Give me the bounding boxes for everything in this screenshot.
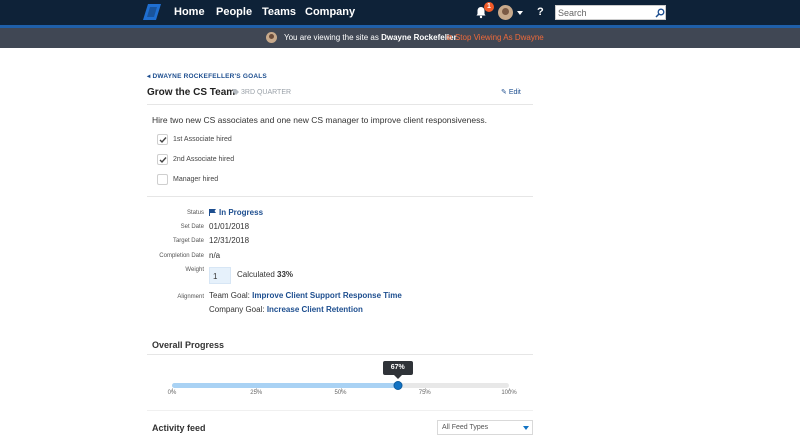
progress-tick-label: 0%: [167, 390, 177, 396]
nav-company-link[interactable]: Company: [305, 6, 355, 18]
status-label: Status: [186, 210, 204, 216]
team-goal-link[interactable]: Improve Client Support Response Time: [252, 291, 402, 300]
weight-input[interactable]: 1: [209, 267, 231, 284]
divider: [147, 196, 533, 197]
set-date-value: 01/01/2018: [209, 222, 250, 231]
team-goal-alignment: Team Goal: Improve Client Support Respon…: [209, 291, 402, 300]
company-goal-link[interactable]: Increase Client Retention: [267, 305, 363, 314]
goal-title: Grow the CS Team: [147, 87, 236, 98]
user-avatar: [498, 5, 513, 20]
divider: [147, 104, 533, 105]
company-logo[interactable]: [143, 4, 161, 20]
chevron-down-icon: [523, 426, 529, 430]
nav-teams-link[interactable]: Teams: [262, 6, 296, 18]
target-date-label: Target Date: [172, 238, 204, 244]
nav-home-link[interactable]: Home: [174, 6, 205, 18]
activity-feed-title: Activity feed: [152, 423, 206, 433]
company-goal-alignment: Company Goal: Increase Client Retention: [209, 305, 363, 314]
search-input[interactable]: [558, 6, 650, 19]
goal-quarter: 3RD QUARTER: [233, 89, 291, 96]
checkmark-icon: [159, 157, 167, 164]
completion-date-label: Completion Date: [159, 253, 204, 259]
user-menu-button[interactable]: [498, 5, 524, 20]
nav-people-link[interactable]: People: [216, 6, 252, 18]
progress-slider-handle[interactable]: [393, 381, 403, 390]
progress-tick-label: 100%: [501, 390, 517, 396]
checkmark-icon: [159, 137, 167, 144]
stop-icon: ⊘: [446, 33, 455, 42]
calculated-weight: Calculated 33%: [237, 270, 294, 279]
set-date-label: Set Date: [180, 224, 204, 230]
divider: [147, 354, 533, 355]
progress-fill: [172, 383, 398, 388]
checklist-checkbox-3[interactable]: [157, 174, 168, 185]
search-box: [555, 5, 666, 20]
weight-label: Weight: [185, 267, 204, 273]
overall-progress-title: Overall Progress: [152, 340, 225, 350]
flag-icon: [209, 209, 216, 216]
target-date-value: 12/31/2018: [209, 236, 250, 245]
edit-goal-button[interactable]: ✎ Edit: [501, 88, 521, 96]
progress-tick-label: 75%: [418, 390, 431, 396]
status-value: In Progress: [209, 208, 263, 217]
top-nav: Home People Teams Company 1 ?: [0, 0, 800, 25]
impersonation-bar: You are viewing the site as Dwayne Rocke…: [0, 28, 800, 48]
back-to-goals-link[interactable]: ◂ DWAYNE ROCKEFELLER'S GOALS: [147, 72, 267, 80]
help-button[interactable]: ?: [537, 6, 544, 18]
progress-tick-label: 50%: [334, 390, 347, 396]
search-icon[interactable]: [655, 8, 665, 18]
progress-tick-label: 25%: [250, 390, 263, 396]
goal-description: Hire two new CS associates and one new C…: [152, 115, 487, 125]
feed-type-select[interactable]: All Feed Types: [437, 420, 533, 435]
tag-icon: [233, 89, 239, 95]
pencil-icon: ✎: [501, 89, 509, 96]
notification-count-badge: 1: [484, 2, 494, 12]
checklist-checkbox-1[interactable]: [157, 134, 168, 145]
completion-date-value: n/a: [209, 251, 221, 260]
impersonated-user-avatar: [266, 32, 277, 43]
chevron-down-icon: [517, 11, 523, 15]
progress-tooltip: 67%: [382, 361, 413, 379]
divider: [147, 410, 533, 411]
stop-viewing-link[interactable]: ⊘ Stop Viewing As Dwayne: [446, 33, 544, 42]
checklist-item-label: 2nd Associate hired: [173, 156, 235, 163]
alignment-label: Alignment: [177, 294, 204, 300]
checklist-item-label: Manager hired: [173, 176, 219, 183]
impersonation-message: You are viewing the site as Dwayne Rocke…: [284, 33, 459, 42]
feed-type-selected: All Feed Types: [442, 424, 489, 431]
checklist-item-label: 1st Associate hired: [173, 136, 232, 143]
checklist-checkbox-2[interactable]: [157, 154, 168, 165]
